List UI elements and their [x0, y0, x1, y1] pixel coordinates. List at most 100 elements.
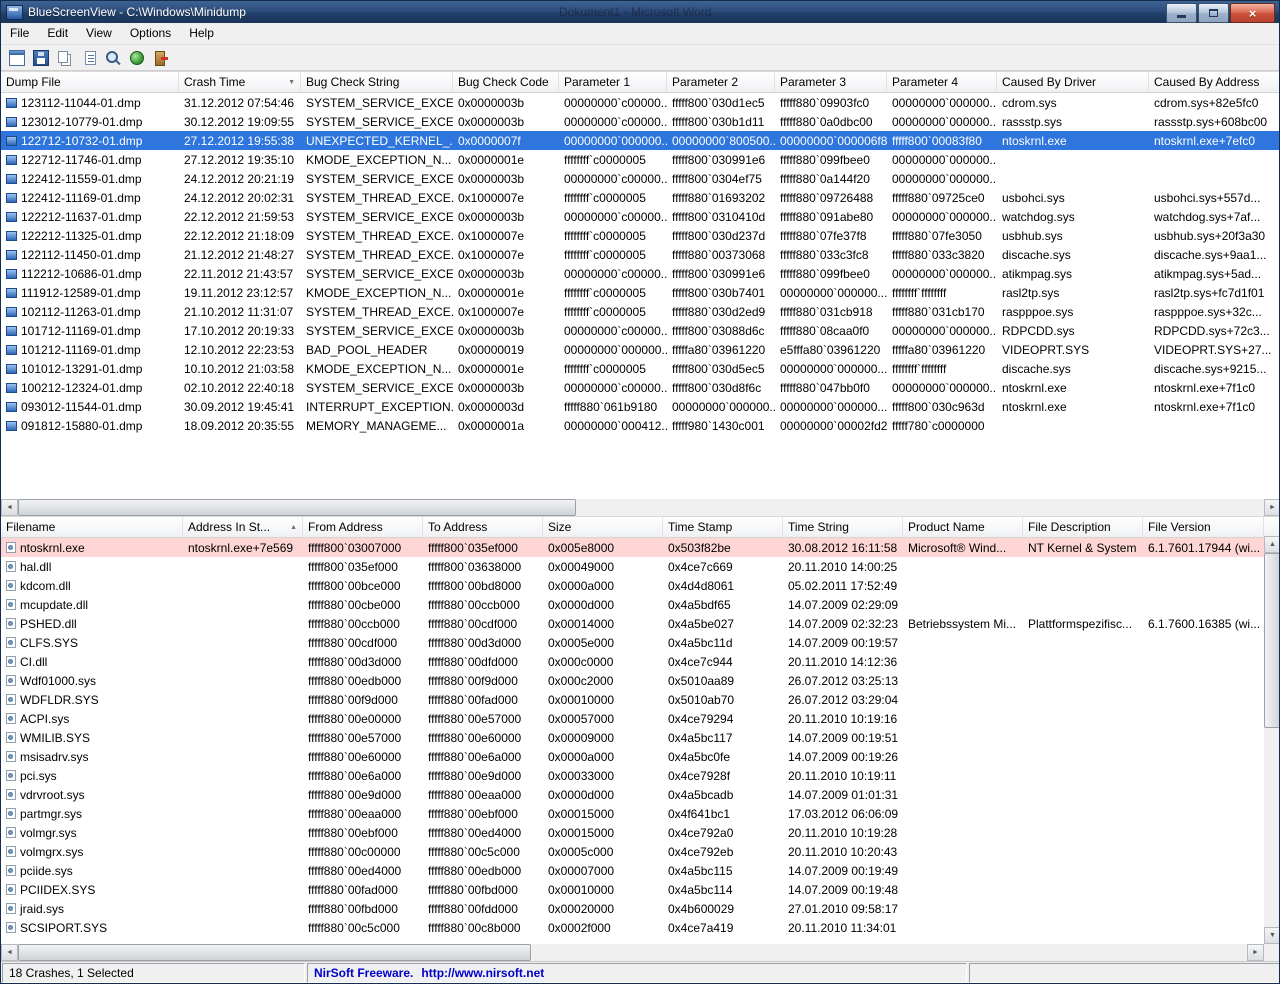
- maximize-button[interactable]: [1198, 3, 1229, 23]
- column-header-time-stamp[interactable]: Time Stamp: [663, 517, 783, 537]
- column-header-address-in-st[interactable]: Address In St... ▲: [183, 517, 303, 537]
- crash-row[interactable]: 100212-12324-01.dmp 02.10.2012 22:40:18 SY…: [1, 378, 1279, 397]
- module-row[interactable]: volmgrx.sys fffff880`00c00000 fffff880`00c…: [1, 842, 1279, 861]
- module-icon: [6, 903, 16, 914]
- scroll-down-arrow-icon[interactable]: ▼: [1264, 927, 1279, 944]
- column-header-file-version[interactable]: File Version: [1143, 517, 1264, 537]
- crash-pane-horizontal-scrollbar[interactable]: ◄ ►: [1, 499, 1279, 516]
- crash-row[interactable]: 122412-11169-01.dmp 24.12.2012 20:02:31 SY…: [1, 188, 1279, 207]
- module-row[interactable]: partmgr.sys fffff880`00eaa000 fffff880`00e…: [1, 804, 1279, 823]
- crash-row[interactable]: 122212-11637-01.dmp 22.12.2012 21:59:53 SY…: [1, 207, 1279, 226]
- cell-text: NT Kernel & System: [1028, 540, 1137, 555]
- column-header-product-name[interactable]: Product Name: [903, 517, 1023, 537]
- menu-options[interactable]: Options: [121, 23, 180, 44]
- crash-row[interactable]: 123112-11044-01.dmp 31.12.2012 07:54:46 SY…: [1, 93, 1279, 112]
- column-header-parameter-3[interactable]: Parameter 3: [775, 72, 887, 92]
- module-row[interactable]: ACPI.sys fffff880`00e00000 fffff880`00e570…: [1, 709, 1279, 728]
- properties-button[interactable]: [77, 47, 101, 69]
- column-header-parameter-2[interactable]: Parameter 2: [667, 72, 775, 92]
- module-row[interactable]: WDFLDR.SYS fffff880`00f9d000 fffff880`00fa…: [1, 690, 1279, 709]
- module-row[interactable]: mcupdate.dll fffff880`00cbe000 fffff880`00…: [1, 595, 1279, 614]
- size-cell: 0x00010000: [543, 880, 663, 899]
- column-header-bug-check-code[interactable]: Bug Check Code: [453, 72, 559, 92]
- crash-row[interactable]: 093012-11544-01.dmp 30.09.2012 19:45:41 IN…: [1, 397, 1279, 416]
- menu-view[interactable]: View: [77, 23, 121, 44]
- column-header-size[interactable]: Size: [543, 517, 663, 537]
- save-report-button[interactable]: [29, 47, 53, 69]
- module-row[interactable]: pciide.sys fffff880`00ed4000 fffff880`00ed…: [1, 861, 1279, 880]
- menu-edit[interactable]: Edit: [38, 23, 77, 44]
- dump-file-cell: 100212-12324-01.dmp: [1, 378, 179, 397]
- parameter-1-cell: fffff880`061b9180: [559, 397, 667, 416]
- scrollbar-thumb[interactable]: [18, 944, 531, 961]
- column-header-parameter-1[interactable]: Parameter 1: [559, 72, 667, 92]
- scroll-left-arrow-icon[interactable]: ◄: [1, 499, 18, 516]
- close-button[interactable]: ×: [1230, 3, 1275, 23]
- module-pane-vertical-scrollbar[interactable]: ▲ ▼: [1264, 536, 1279, 944]
- module-row[interactable]: WMILIB.SYS fffff880`00e57000 fffff880`00e6…: [1, 728, 1279, 747]
- crash-row[interactable]: 102112-11263-01.dmp 21.10.2012 11:31:07 SY…: [1, 302, 1279, 321]
- module-row[interactable]: CLFS.SYS fffff880`00cdf000 fffff880`00d3d0…: [1, 633, 1279, 652]
- crash-row[interactable]: 122712-10732-01.dmp 27.12.2012 19:55:38 UN…: [1, 131, 1279, 150]
- caused-by-address-cell: ntoskrnl.exe+7efc0: [1149, 131, 1279, 150]
- scrollbar-thumb[interactable]: [18, 499, 576, 516]
- scroll-up-arrow-icon[interactable]: ▲: [1264, 536, 1279, 553]
- module-row[interactable]: volmgr.sys fffff880`00ebf000 fffff880`00ed…: [1, 823, 1279, 842]
- minimize-button[interactable]: [1166, 3, 1197, 23]
- menu-file[interactable]: File: [1, 23, 38, 44]
- module-row[interactable]: ntoskrnl.exe ntoskrnl.exe+7e569 fffff800`0…: [1, 538, 1279, 557]
- crash-row[interactable]: 112212-10686-01.dmp 22.11.2012 21:43:57 SY…: [1, 264, 1279, 283]
- column-header-dump-file[interactable]: Dump File: [1, 72, 179, 92]
- product-name-cell: [903, 918, 1023, 937]
- advanced-options-button[interactable]: [125, 47, 149, 69]
- exit-button[interactable]: [149, 47, 173, 69]
- scroll-right-arrow-icon[interactable]: ►: [1247, 944, 1264, 961]
- module-row[interactable]: Wdf01000.sys fffff880`00edb000 fffff880`00…: [1, 671, 1279, 690]
- file-version-cell: 6.1.7600.16385 (wi...: [1143, 614, 1264, 633]
- nirsoft-link[interactable]: http://www.nirsoft.net: [421, 966, 544, 980]
- scroll-left-arrow-icon[interactable]: ◄: [1, 944, 18, 961]
- column-header-parameter-4[interactable]: Parameter 4: [887, 72, 997, 92]
- column-header-caused-by-address[interactable]: Caused By Address: [1149, 72, 1279, 92]
- module-row[interactable]: CI.dll fffff880`00d3d000 fffff880`00dfd000…: [1, 652, 1279, 671]
- module-row[interactable]: jraid.sys fffff880`00fbd000 fffff880`00fdd…: [1, 899, 1279, 918]
- crash-row[interactable]: 111912-12589-01.dmp 19.11.2012 23:12:57 KM…: [1, 283, 1279, 302]
- crash-row[interactable]: 123012-10779-01.dmp 30.12.2012 19:09:55 SY…: [1, 112, 1279, 131]
- module-row[interactable]: vdrvroot.sys fffff880`00e9d000 fffff880`00…: [1, 785, 1279, 804]
- address-in-st-cell: [183, 804, 303, 823]
- module-row[interactable]: hal.dll fffff800`035ef000 fffff800`0363800…: [1, 557, 1279, 576]
- column-header-crash-time[interactable]: Crash Time ▼: [179, 72, 301, 92]
- title-bar[interactable]: BlueScreenView - C:\Windows\Minidump Dok…: [1, 1, 1279, 23]
- column-header-from-address[interactable]: From Address: [303, 517, 423, 537]
- cell-text: 0x0000001e: [458, 285, 525, 300]
- crash-row[interactable]: 101712-11169-01.dmp 17.10.2012 20:19:33 SY…: [1, 321, 1279, 340]
- scrollbar-thumb[interactable]: [1264, 553, 1279, 728]
- module-row[interactable]: PCIIDEX.SYS fffff880`00fad000 fffff880`00f…: [1, 880, 1279, 899]
- scroll-right-arrow-icon[interactable]: ►: [1264, 499, 1279, 516]
- crash-row[interactable]: 122112-11450-01.dmp 21.12.2012 21:48:27 SY…: [1, 245, 1279, 264]
- module-pane-horizontal-scrollbar[interactable]: ◄ ►: [1, 944, 1264, 961]
- module-row[interactable]: PSHED.dll fffff880`00ccb000 fffff880`00cdf…: [1, 614, 1279, 633]
- crash-row[interactable]: 091812-15880-01.dmp 18.09.2012 20:35:55 ME…: [1, 416, 1279, 435]
- column-header-caused-by-driver[interactable]: Caused By Driver: [997, 72, 1149, 92]
- module-row[interactable]: pci.sys fffff880`00e6a000 fffff880`00e9d00…: [1, 766, 1279, 785]
- menu-help[interactable]: Help: [180, 23, 223, 44]
- properties-window-button[interactable]: [5, 47, 29, 69]
- module-row[interactable]: SCSIPORT.SYS fffff880`00c5c000 fffff880`00…: [1, 918, 1279, 937]
- column-header-to-address[interactable]: To Address: [423, 517, 543, 537]
- column-header-filename[interactable]: Filename: [1, 517, 183, 537]
- crash-row[interactable]: 122412-11559-01.dmp 24.12.2012 20:21:19 SY…: [1, 169, 1279, 188]
- column-header-file-description[interactable]: File Description: [1023, 517, 1143, 537]
- module-row[interactable]: msisadrv.sys fffff880`00e60000 fffff880`00…: [1, 747, 1279, 766]
- find-button[interactable]: [101, 47, 125, 69]
- crash-row[interactable]: 101212-11169-01.dmp 12.10.2012 22:23:53 BA…: [1, 340, 1279, 359]
- module-row[interactable]: kdcom.dll fffff800`00bce000 fffff800`00bd8…: [1, 576, 1279, 595]
- column-header-bug-check-string[interactable]: Bug Check String: [301, 72, 453, 92]
- copy-button[interactable]: [53, 47, 77, 69]
- file-version-cell: [1143, 823, 1264, 842]
- crash-row[interactable]: 122712-11746-01.dmp 27.12.2012 19:35:10 KM…: [1, 150, 1279, 169]
- cell-text: fffff880`091abe80: [780, 209, 874, 224]
- column-header-time-string[interactable]: Time String: [783, 517, 903, 537]
- crash-row[interactable]: 122212-11325-01.dmp 22.12.2012 21:18:09 SY…: [1, 226, 1279, 245]
- crash-row[interactable]: 101012-13291-01.dmp 10.10.2012 21:03:58 KM…: [1, 359, 1279, 378]
